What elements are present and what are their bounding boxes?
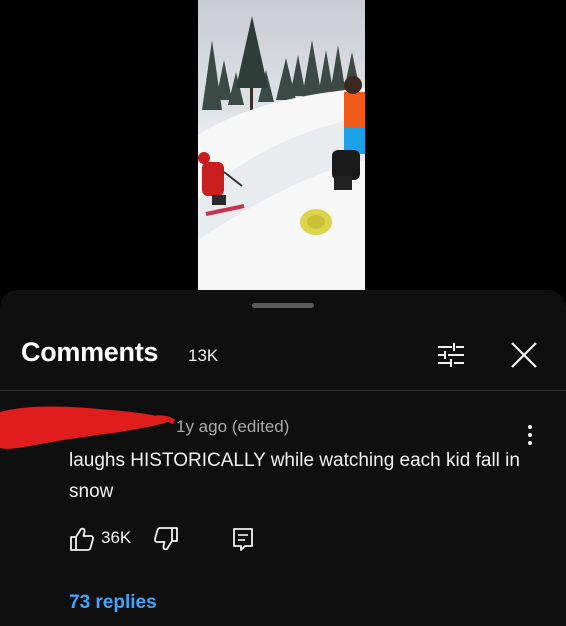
dislike-button[interactable]: [153, 526, 179, 552]
close-button[interactable]: [509, 340, 539, 370]
filter-sliders-icon: [438, 343, 464, 367]
reply-icon: [233, 528, 253, 551]
video-thumbnail-image: [198, 16, 365, 290]
filter-button[interactable]: [436, 342, 466, 368]
comment-text: laughs HISTORICALLY while watching each …: [69, 450, 520, 502]
close-icon: [511, 342, 537, 368]
header-divider: [0, 390, 566, 391]
like-count: 36K: [101, 528, 132, 547]
comment-meta: 1y ago (edited): [176, 417, 290, 436]
video-player[interactable]: [0, 0, 566, 300]
drag-handle[interactable]: [252, 303, 314, 308]
comments-count: 13K: [188, 346, 219, 365]
thumbs-down-icon: [153, 527, 178, 551]
comments-title: Comments: [21, 337, 159, 367]
thumbs-up-icon: [70, 527, 95, 551]
reply-button[interactable]: [230, 526, 256, 552]
video-frame[interactable]: [198, 0, 365, 290]
view-replies-link[interactable]: 73 replies: [69, 592, 157, 614]
like-button[interactable]: [69, 526, 95, 552]
comments-sheet: Comments 13K 1y ago (edited) laughs HIST…: [0, 290, 566, 626]
